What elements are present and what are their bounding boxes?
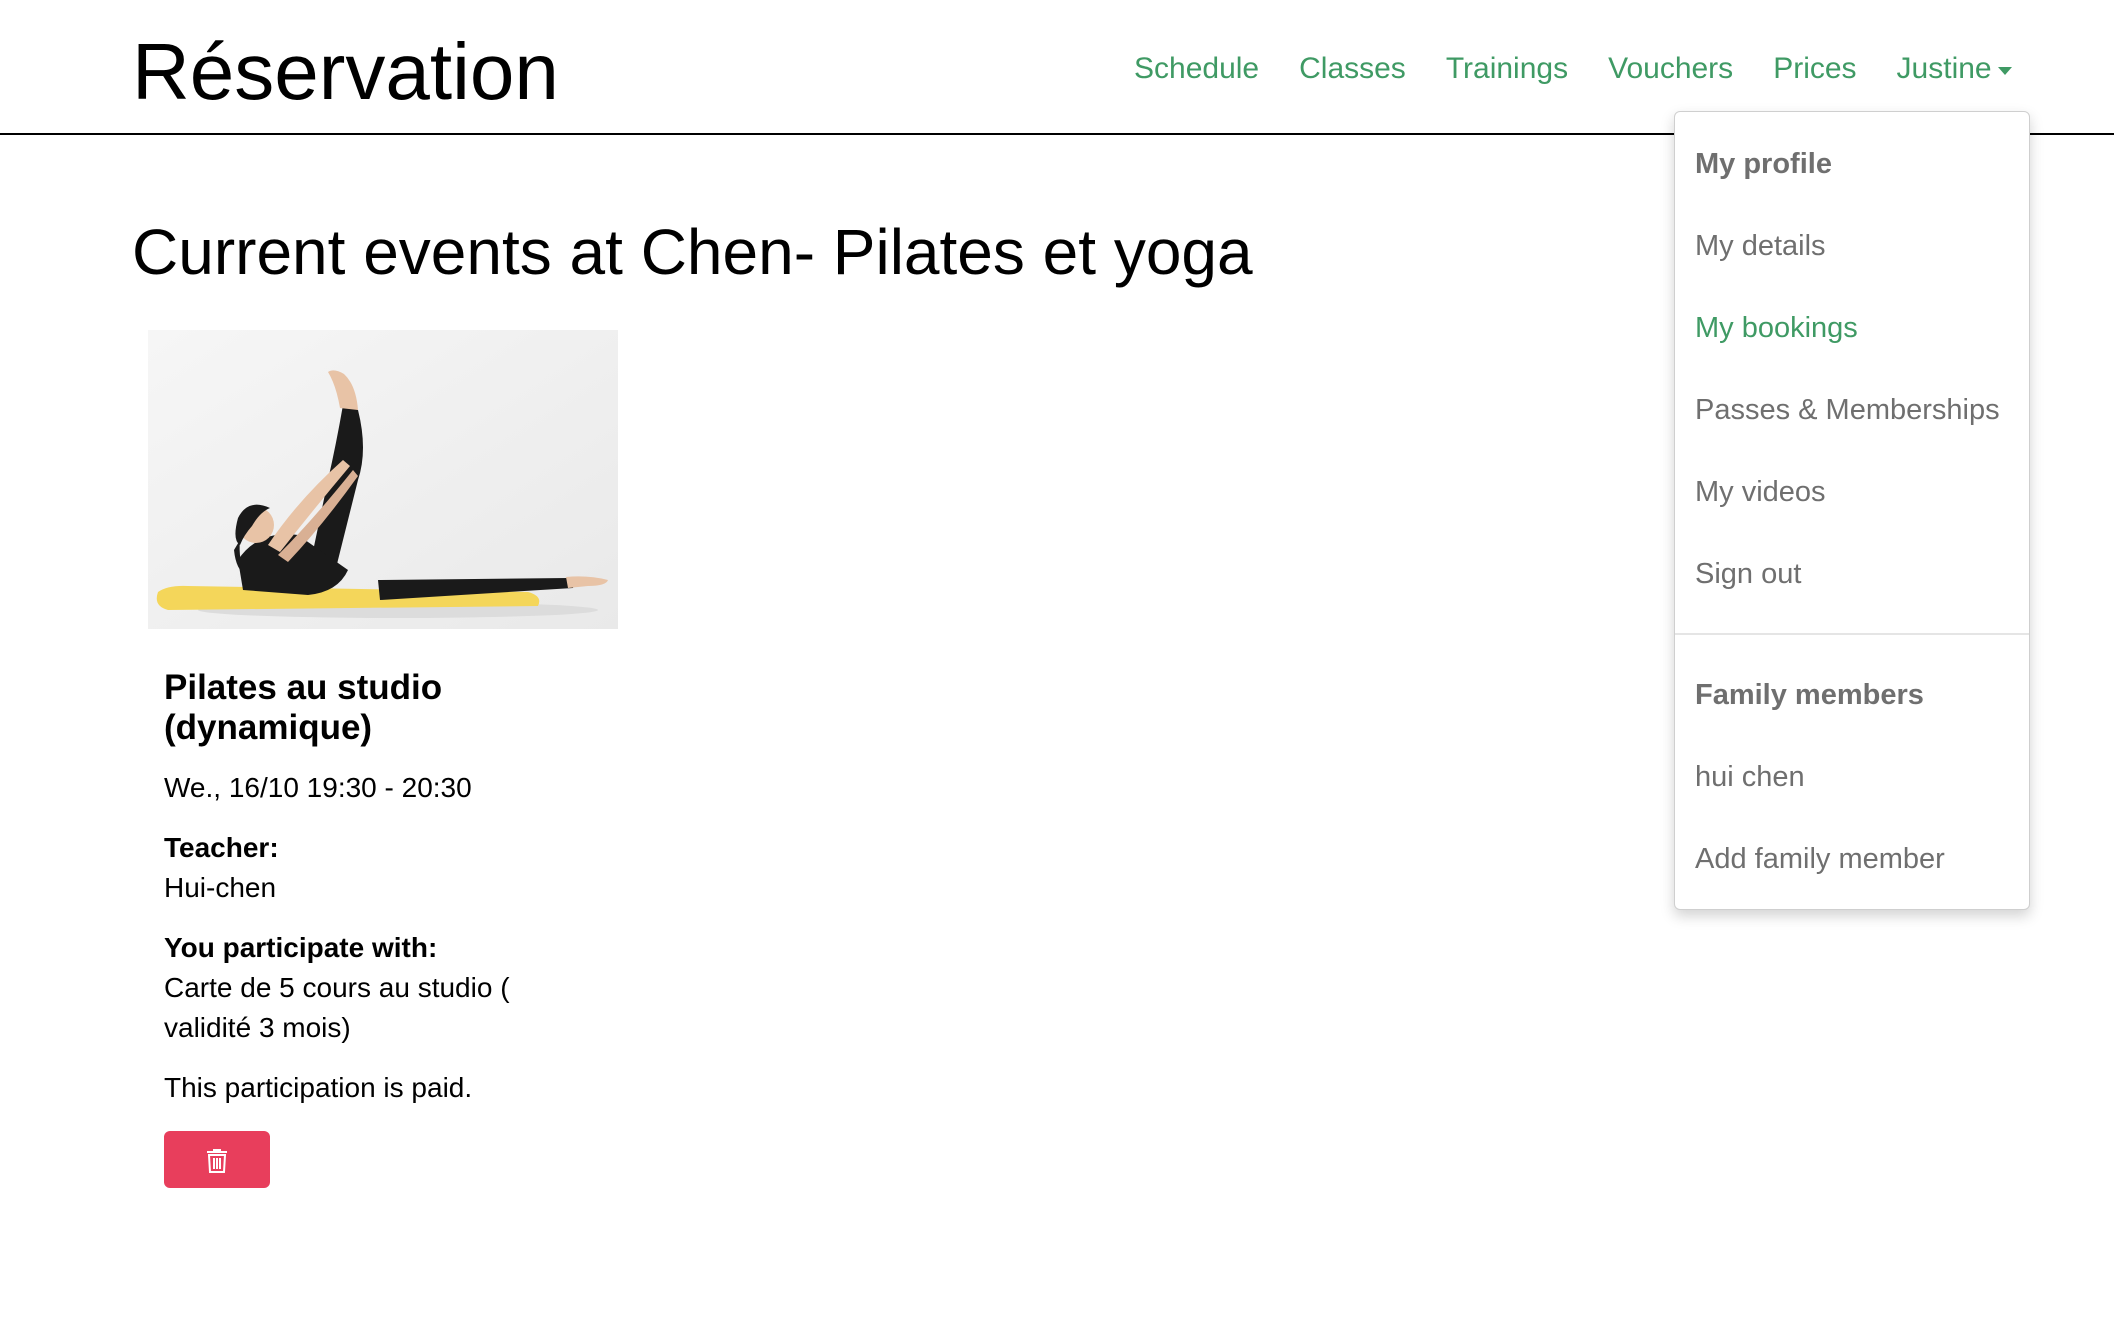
menu-item-sign-out[interactable]: Sign out [1695,554,1801,594]
user-menu-toggle[interactable]: Justine [1897,44,2012,94]
main-nav: Schedule Classes Trainings Vouchers Pric… [1134,44,2012,94]
event-title: Pilates au studio (dynamique) [164,668,443,747]
user-name: Justine [1896,52,1992,85]
nav-vouchers[interactable]: Vouchers [1608,44,1733,94]
trash-icon [207,1148,227,1173]
event-datetime: We., 16/10 19:30 - 20:30 [164,772,472,803]
dropdown-divider [1675,633,2029,635]
nav-prices[interactable]: Prices [1773,44,1856,94]
event-image [148,330,618,629]
brand-title[interactable]: Réservation [132,22,559,122]
caret-down-icon [1997,67,2012,75]
participate-value: Carte de 5 cours au studio ( validité 3 … [164,972,510,1043]
menu-item-family-member[interactable]: hui chen [1695,757,1805,797]
participate-label: You participate with: [164,932,438,963]
menu-item-passes-memberships[interactable]: Passes & Memberships [1695,390,2000,430]
nav-classes[interactable]: Classes [1299,44,1406,94]
nav-schedule[interactable]: Schedule [1134,44,1259,94]
menu-item-my-videos[interactable]: My videos [1695,472,1826,512]
dropdown-header-profile: My profile [1695,148,1832,180]
menu-item-my-details[interactable]: My details [1695,226,1826,266]
menu-item-my-bookings[interactable]: My bookings [1695,308,1858,348]
payment-status: This participation is paid. [164,1072,473,1103]
delete-booking-button[interactable] [164,1131,270,1188]
teacher-name: Hui-chen [164,872,277,903]
menu-item-add-family-member[interactable]: Add family member [1695,839,1945,879]
page-title: Current events at Chen- Pilates et yoga [132,216,1253,288]
event-card: Pilates au studio (dynamique) We., 16/10… [164,668,584,1108]
dropdown-header-family: Family members [1695,679,1924,711]
teacher-label: Teacher: [164,832,279,863]
pilates-photo [148,330,618,629]
nav-trainings[interactable]: Trainings [1446,44,1568,94]
user-dropdown-menu: My profile My details My bookings Passes… [1674,111,2030,910]
